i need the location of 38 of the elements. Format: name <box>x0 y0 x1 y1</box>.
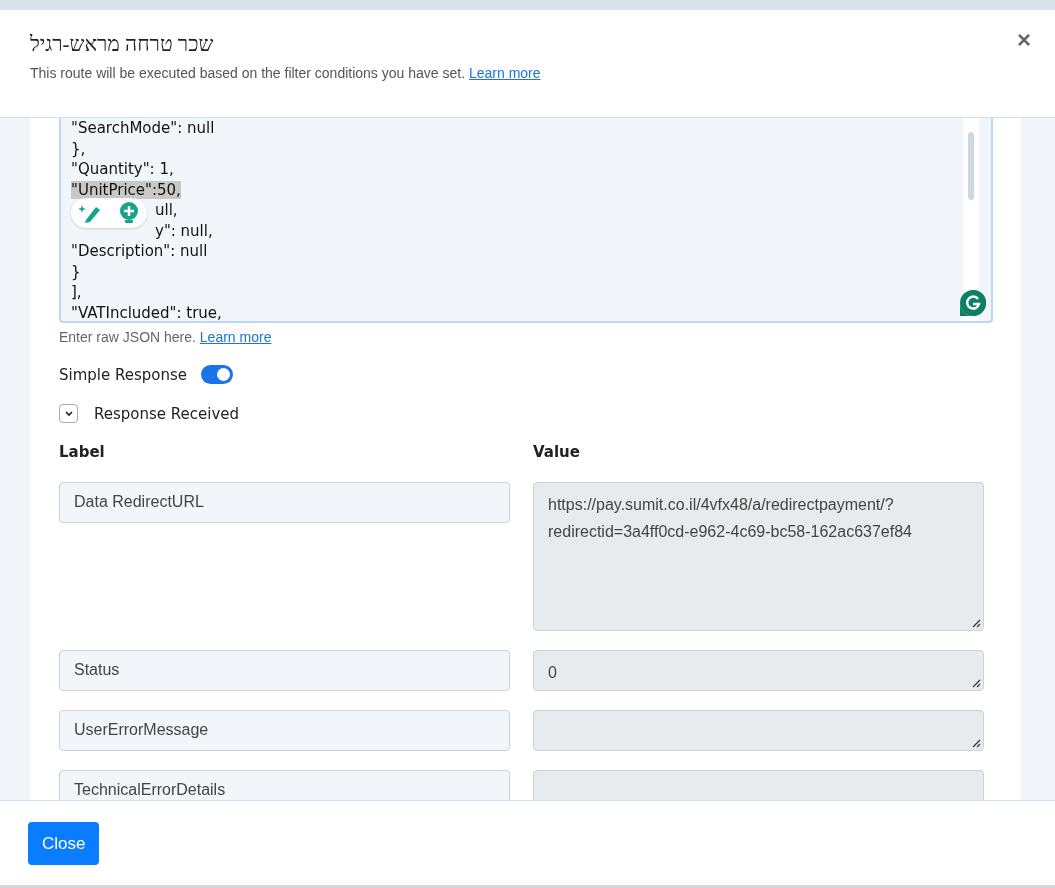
resize-grip-icon[interactable] <box>972 619 981 628</box>
value-field[interactable] <box>533 710 984 751</box>
code-line: ull, <box>155 201 178 219</box>
resize-grip-icon[interactable] <box>972 739 981 748</box>
route-description: This route will be executed based on the filter conditions you have set. Learn more <box>30 65 542 81</box>
chevron-icon <box>63 409 74 418</box>
code-line: } <box>71 262 81 281</box>
column-header: Label <box>59 443 106 461</box>
section-label: Response Received <box>94 404 240 423</box>
learn-more-link[interactable]: Learn more <box>468 65 541 81</box>
expand-toggle[interactable] <box>59 404 78 423</box>
resize-grip-icon[interactable] <box>972 679 981 688</box>
value-field[interactable] <box>533 770 984 800</box>
grammar-checker-icon[interactable] <box>959 289 987 317</box>
column-header: Value <box>533 443 581 461</box>
close-button[interactable]: × <box>1017 28 1031 52</box>
label-field[interactable]: UserErrorMessage <box>59 710 510 751</box>
modal-title: שכר טרחה מראש-רגיל <box>30 32 214 57</box>
scrollbar-thumb[interactable] <box>968 132 974 200</box>
code-line: "VATIncluded": true, <box>71 303 222 322</box>
lightbulb-icon[interactable] <box>118 201 140 225</box>
code-line: ], <box>71 283 82 301</box>
label-field[interactable]: Data RedirectURL <box>59 482 510 523</box>
editor-hint: Enter raw JSON here. Learn more <box>59 329 273 345</box>
value-field[interactable]: https://pay.sumit.co.il/4vfx48/a/redirectpayment/?redirectid=3a4ff0cd-e962-4c69-bc58-162ac637ef84 <box>533 482 984 631</box>
json-editor[interactable]: "SearchMode": null }, "Quantity": 1, "UnitPrice":50, ull, y": null, "Description": null } ], "VATIncluded": true, <box>59 118 993 323</box>
toggle-switch[interactable] <box>201 365 234 384</box>
label-field[interactable]: Status <box>59 650 510 691</box>
value-field[interactable]: 0 <box>533 650 984 691</box>
label-field[interactable]: TechnicalErrorDetails <box>59 770 510 800</box>
code-line: }, <box>71 139 86 158</box>
simple-response-label: Simple Response <box>59 365 188 384</box>
code-line: "Description": null <box>71 242 208 260</box>
code-line: "Quantity": 1, <box>71 160 174 178</box>
learn-more-link[interactable]: Learn more <box>199 329 272 345</box>
code-line: "SearchMode": null <box>71 119 215 137</box>
code-line: y": null, <box>155 221 213 240</box>
close-button[interactable]: Close <box>28 822 100 865</box>
